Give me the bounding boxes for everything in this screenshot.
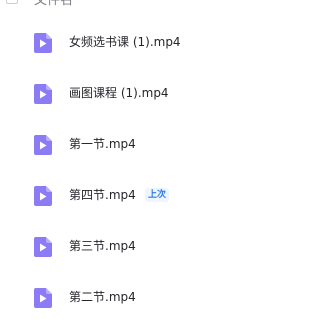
video-file-icon bbox=[34, 237, 52, 257]
name-column-header[interactable]: 文件名 bbox=[34, 0, 73, 8]
last-played-badge: 上次 bbox=[145, 188, 170, 202]
file-name[interactable]: 第三节.mp4 bbox=[69, 238, 136, 254]
file-row[interactable]: 女频选书课 (1).mp4 bbox=[0, 18, 292, 69]
list-header: 文件名 bbox=[0, 0, 292, 10]
file-name[interactable]: 第四节.mp4 bbox=[69, 187, 136, 203]
video-file-icon bbox=[34, 288, 52, 308]
video-file-icon bbox=[34, 135, 52, 155]
file-name[interactable]: 画图课程 (1).mp4 bbox=[69, 85, 169, 101]
file-row[interactable]: 第三节.mp4 bbox=[0, 222, 292, 273]
file-name[interactable]: 第一节.mp4 bbox=[69, 136, 136, 152]
chevron-down-icon[interactable] bbox=[82, 0, 94, 2]
video-file-icon bbox=[34, 33, 52, 53]
file-row[interactable]: 第一节.mp4 bbox=[0, 120, 292, 171]
file-row[interactable]: 画图课程 (1).mp4 bbox=[0, 69, 292, 120]
file-name[interactable]: 第二节.mp4 bbox=[69, 289, 136, 305]
file-row[interactable]: 第二节.mp4 bbox=[0, 273, 292, 324]
file-name[interactable]: 女频选书课 (1).mp4 bbox=[69, 34, 181, 50]
file-row[interactable]: 第四节.mp4 上次 bbox=[0, 171, 292, 222]
video-file-icon bbox=[34, 84, 52, 104]
file-list-panel: 文件名 女频选书课 (1).mp4 画图课程 (1).mp4 第一节.mp4 第… bbox=[0, 0, 292, 324]
video-file-icon bbox=[34, 186, 52, 206]
select-all-checkbox[interactable] bbox=[6, 0, 18, 4]
